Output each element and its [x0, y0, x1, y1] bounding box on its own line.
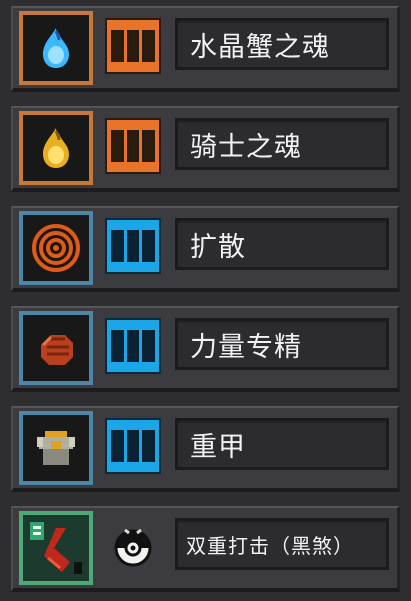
skill-row[interactable]: 骑士之魂	[11, 106, 400, 192]
skill-icon-frame	[19, 511, 93, 585]
skill-row[interactable]: 水晶蟹之魂	[11, 6, 400, 92]
skill-name: 重甲	[175, 418, 389, 470]
skill-icon-frame	[19, 311, 93, 385]
skill-row[interactable]: 重甲	[11, 406, 400, 492]
skill-row[interactable]: 双重打击（黑煞）	[11, 506, 400, 592]
skill-name: 水晶蟹之魂	[175, 18, 389, 70]
fist-icon	[41, 335, 73, 365]
black-white-ball-icon	[114, 528, 152, 567]
skill-icon-frame	[19, 411, 93, 485]
blue-flame-icon	[43, 28, 69, 68]
ripple-rings-icon	[32, 224, 80, 272]
skill-name: 扩散	[175, 218, 389, 270]
skill-icon-frame	[19, 11, 93, 85]
level-indicator	[105, 318, 161, 374]
skill-name: 双重打击（黑煞）	[175, 518, 389, 570]
gold-flame-icon	[43, 128, 69, 168]
skill-icon-frame	[19, 111, 93, 185]
secondary-icon	[105, 518, 161, 574]
skill-icon-frame	[19, 211, 93, 285]
skill-list: 水晶蟹之魂 骑士之魂 扩散 力量专精 重甲 双重打击（黑煞）	[0, 0, 411, 601]
level-indicator	[105, 218, 161, 274]
level-indicator	[105, 18, 161, 74]
skill-row[interactable]: 力量专精	[11, 306, 400, 392]
skill-name: 骑士之魂	[175, 118, 389, 170]
skill-name: 力量专精	[175, 318, 389, 370]
armor-icon	[37, 431, 75, 465]
skill-row[interactable]: 扩散	[11, 206, 400, 292]
double-strike-icon	[30, 522, 82, 574]
level-indicator	[105, 418, 161, 474]
level-indicator	[105, 118, 161, 174]
